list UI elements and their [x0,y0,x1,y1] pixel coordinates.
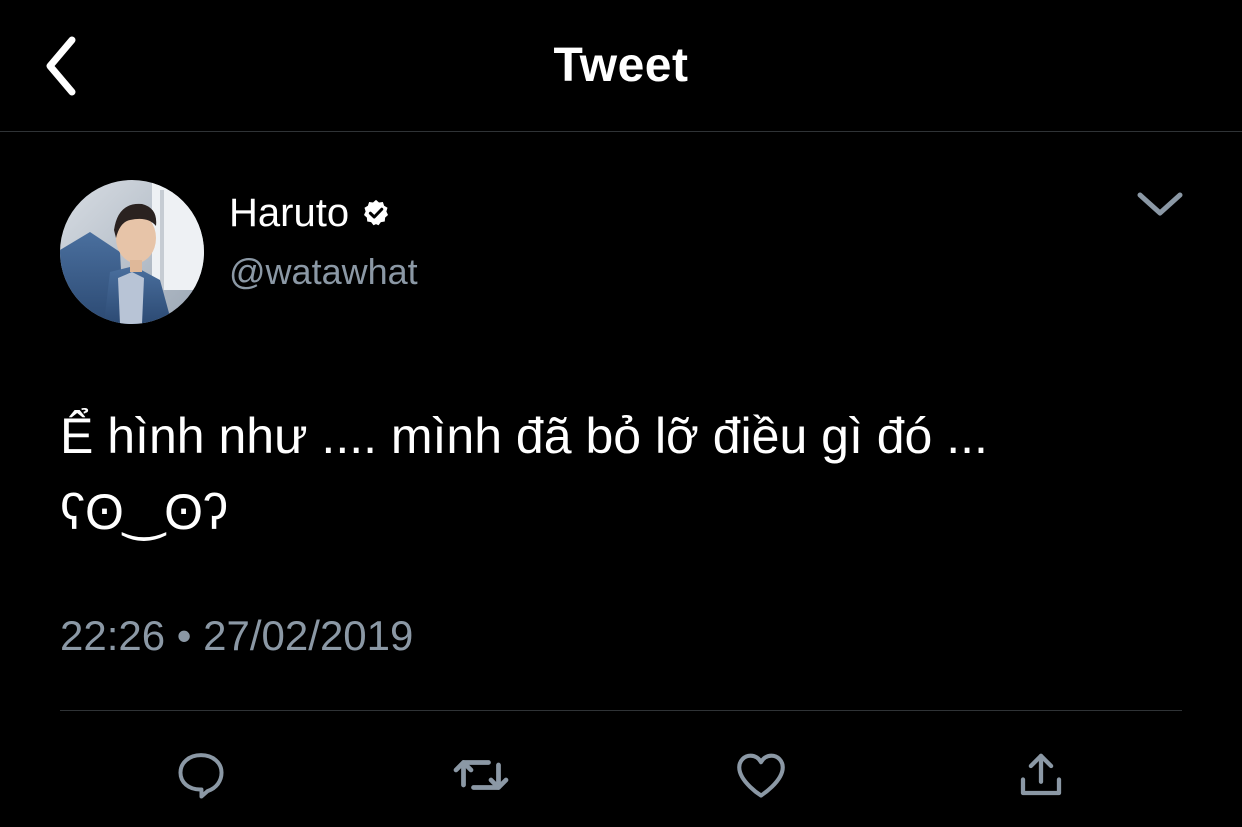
divider [60,710,1182,711]
user-handle[interactable]: @watawhat [229,248,418,296]
reply-button[interactable] [166,740,236,810]
timestamp-separator: • [176,612,192,659]
author-name-row: Haruto [229,188,391,238]
page-title: Tweet [553,39,689,92]
like-button[interactable] [726,740,796,810]
retweet-button[interactable] [446,740,516,810]
verified-badge-icon [361,198,391,228]
display-name[interactable]: Haruto [229,188,349,238]
tweet-time: 22:26 [60,612,166,659]
chevron-down-icon [1137,192,1183,216]
share-icon [1020,753,1062,796]
tweet-timestamp[interactable]: 22:26 • 27/02/2019 [60,606,413,666]
top-bar: Tweet [0,0,1242,132]
reply-icon [178,753,224,799]
heart-icon [737,753,785,798]
avatar[interactable] [60,180,204,324]
tweet-date: 27/02/2019 [203,612,414,659]
more-options-button[interactable] [1130,180,1190,228]
retweet-icon [453,760,509,790]
tweet-text: Ể hình như .... mình đã bỏ lỡ điều gì đó… [60,408,988,540]
share-button[interactable] [1006,740,1076,810]
